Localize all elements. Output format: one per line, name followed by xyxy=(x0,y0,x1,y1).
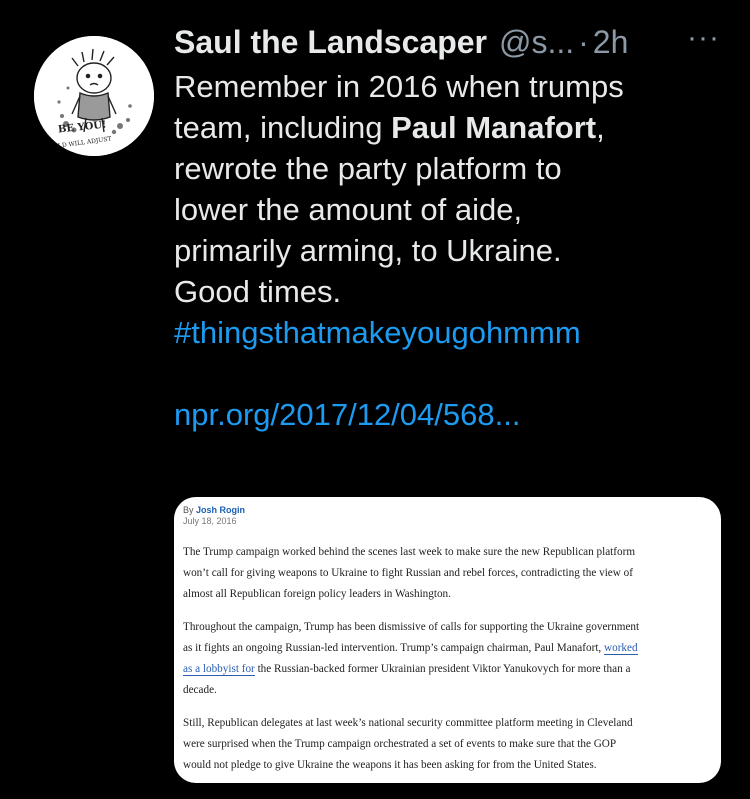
timestamp[interactable]: 2h xyxy=(593,24,629,61)
tweet-header: Saul the Landscaper @s... · 2h ··· xyxy=(174,22,720,62)
tweet-line: Remember in 2016 when trumps xyxy=(174,69,624,104)
article-paragraph: Still, Republican delegates at last week… xyxy=(183,713,703,776)
user-handle[interactable]: @s... xyxy=(499,24,574,61)
more-options-icon[interactable]: ··· xyxy=(687,23,720,53)
article-line: as it fights an ongoing Russian-led inte… xyxy=(183,642,605,654)
article-paragraph: Throughout the campaign, Trump has been … xyxy=(183,617,703,701)
tweet-text-fragment: , xyxy=(596,110,605,145)
article-line: won’t call for giving weapons to Ukraine… xyxy=(183,567,633,579)
article-body: The Trump campaign worked behind the sce… xyxy=(183,542,703,783)
article-inline-link[interactable]: as a lobbyist for xyxy=(183,663,255,676)
tweet-line: primarily arming, to Ukraine. xyxy=(174,233,562,268)
article-inline-link[interactable]: worked xyxy=(604,642,638,655)
hashtag-link[interactable]: #thingsthatmakeyougohmmm xyxy=(174,312,714,353)
article-line: the Russian-backed former Ukrainian pres… xyxy=(254,663,631,675)
article-line: decade. xyxy=(183,684,217,696)
article-paragraph: The Trump campaign worked behind the sce… xyxy=(183,542,703,605)
tweet-text-fragment: team, including xyxy=(174,110,392,145)
article-date: July 18, 2016 xyxy=(183,516,237,526)
tweet-text: Remember in 2016 when trumps team, inclu… xyxy=(174,66,714,435)
article-line: were surprised when the Trump campaign o… xyxy=(183,738,617,750)
tweet-text-bold: Paul Manafort xyxy=(391,110,597,145)
article-line: Still, Republican delegates at last week… xyxy=(183,717,633,729)
tweet-line: rewrote the party platform to xyxy=(174,151,562,186)
tweet-line: Good times. xyxy=(174,274,342,309)
display-name[interactable]: Saul the Landscaper xyxy=(174,24,487,61)
avatar[interactable]: BE YOU! WORLD WILL ADJUST xyxy=(34,36,154,156)
byline-prefix: By xyxy=(183,505,197,515)
article-card[interactable]: By Josh Rogin July 18, 2016 The Trump ca… xyxy=(174,497,721,783)
article-line: The Trump campaign worked behind the sce… xyxy=(183,546,636,558)
url-link[interactable]: npr.org/2017/12/04/568... xyxy=(174,394,714,435)
tweet-line: team, including Paul Manafort, xyxy=(174,107,714,148)
byline: By Josh Rogin xyxy=(183,505,245,515)
separator-dot: · xyxy=(578,23,589,60)
tweet-line: lower the amount of aide, xyxy=(174,192,523,227)
article-line: almost all Republican foreign policy lea… xyxy=(183,588,451,600)
article-line: would not pledge to give Ukraine the wea… xyxy=(183,759,597,771)
author-link[interactable]: Josh Rogin xyxy=(196,505,245,515)
article-line: Throughout the campaign, Trump has been … xyxy=(183,621,640,633)
